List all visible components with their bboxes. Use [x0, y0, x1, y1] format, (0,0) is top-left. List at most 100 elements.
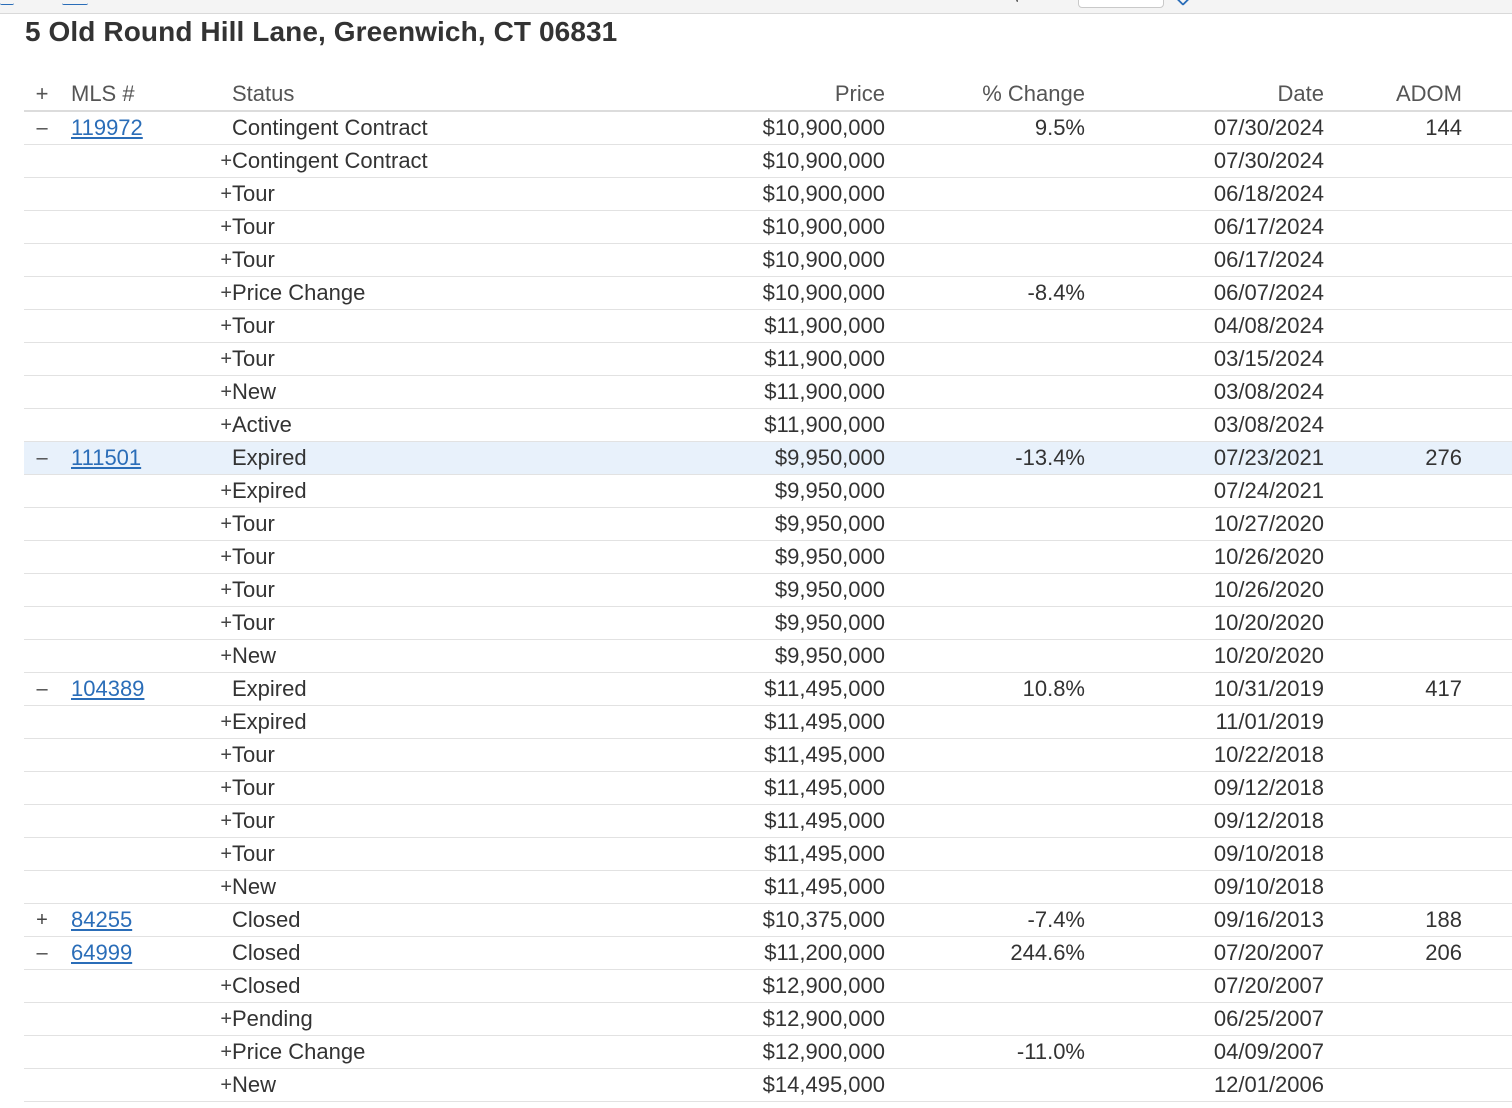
- top-toolbar-partial: [0, 0, 1512, 14]
- expand-toggle[interactable]: +: [24, 903, 60, 937]
- expand-toggle[interactable]: +: [60, 540, 232, 574]
- listing-event-row: + Tour $11,495,000 10/22/2018: [24, 738, 1512, 772]
- column-header-mls[interactable]: MLS #: [60, 77, 232, 112]
- expand-toggle[interactable]: +: [60, 804, 232, 838]
- toolbar-button-partial[interactable]: [0, 0, 14, 5]
- row-spacer: [24, 144, 60, 178]
- expand-toggle[interactable]: +: [60, 408, 232, 442]
- percent-change-cell: -11.0%: [885, 1035, 1085, 1069]
- expand-toggle[interactable]: +: [60, 639, 232, 673]
- status-cell: Expired: [232, 474, 562, 508]
- row-spacer: [24, 309, 60, 343]
- price-cell: $11,900,000: [562, 342, 885, 376]
- expand-toggle[interactable]: +: [60, 144, 232, 178]
- collapse-toggle[interactable]: –: [24, 936, 60, 970]
- table-header-row: + MLS # Status Price % Change Date ADOM: [24, 77, 1512, 112]
- row-spacer: [24, 771, 60, 805]
- mls-number-link[interactable]: 84255: [71, 907, 132, 932]
- row-spacer: [24, 408, 60, 442]
- expand-toggle[interactable]: +: [60, 507, 232, 541]
- row-spacer: [24, 474, 60, 508]
- listing-group-row: –111501 Expired $9,950,000 -13.4% 07/23/2021…: [24, 441, 1512, 475]
- price-cell: $12,900,000: [562, 1002, 885, 1036]
- row-spacer: [1462, 606, 1512, 640]
- price-cell: $11,495,000: [562, 837, 885, 871]
- row-spacer: [1462, 210, 1512, 244]
- column-header-date[interactable]: Date: [1085, 77, 1324, 112]
- adom-cell: [1324, 573, 1462, 607]
- column-header-price[interactable]: Price: [562, 77, 885, 112]
- date-cell: 10/20/2020: [1085, 606, 1324, 640]
- expand-toggle[interactable]: +: [60, 705, 232, 739]
- expand-toggle[interactable]: +: [60, 870, 232, 904]
- column-header-change[interactable]: % Change: [885, 77, 1085, 112]
- collapse-toggle[interactable]: –: [24, 111, 60, 145]
- status-cell: Active: [232, 408, 562, 442]
- mls-number-link[interactable]: 119972: [71, 115, 143, 140]
- listing-event-row: + New $11,900,000 03/08/2024: [24, 375, 1512, 409]
- listing-event-row: + Tour $9,950,000 10/26/2020: [24, 540, 1512, 574]
- expand-toggle[interactable]: +: [60, 606, 232, 640]
- expand-toggle[interactable]: +: [60, 738, 232, 772]
- expand-toggle[interactable]: +: [60, 210, 232, 244]
- mls-number-link[interactable]: 111501: [71, 445, 141, 470]
- expand-toggle[interactable]: +: [60, 1068, 232, 1102]
- collapse-toggle[interactable]: –: [24, 441, 60, 475]
- date-cell: 11/01/2019: [1085, 705, 1324, 739]
- expand-toggle[interactable]: +: [60, 177, 232, 211]
- row-spacer: [1462, 177, 1512, 211]
- listing-event-row: + Tour $11,900,000 03/15/2024: [24, 342, 1512, 376]
- chevron-down-icon[interactable]: [1175, 0, 1191, 7]
- expand-toggle[interactable]: +: [60, 375, 232, 409]
- date-cell: 06/07/2024: [1085, 276, 1324, 310]
- row-spacer: [1462, 705, 1512, 739]
- row-spacer: [24, 375, 60, 409]
- mls-number-link[interactable]: 104389: [71, 676, 144, 701]
- toolbar-button-partial[interactable]: [62, 0, 88, 5]
- expand-toggle[interactable]: +: [60, 1002, 232, 1036]
- price-cell: $10,900,000: [562, 111, 885, 145]
- adom-cell: [1324, 804, 1462, 838]
- collapse-toggle[interactable]: –: [24, 672, 60, 706]
- mls-number-link[interactable]: 64999: [71, 940, 132, 965]
- percent-change-cell: [885, 1002, 1085, 1036]
- percent-change-cell: [885, 342, 1085, 376]
- row-spacer: [24, 1002, 60, 1036]
- price-cell: $11,495,000: [562, 705, 885, 739]
- percent-change-cell: [885, 837, 1085, 871]
- date-cell: 06/17/2024: [1085, 210, 1324, 244]
- expand-toggle[interactable]: +: [60, 1035, 232, 1069]
- price-cell: $9,950,000: [562, 507, 885, 541]
- expand-toggle[interactable]: +: [60, 837, 232, 871]
- date-cell: 10/27/2020: [1085, 507, 1324, 541]
- toolbar-select-partial[interactable]: [1078, 0, 1164, 8]
- percent-change-cell: [885, 804, 1085, 838]
- column-header-spacer: [1462, 77, 1512, 112]
- column-header-adom[interactable]: ADOM: [1324, 77, 1462, 112]
- expand-toggle[interactable]: +: [60, 771, 232, 805]
- status-cell: Expired: [232, 441, 562, 475]
- adom-cell: [1324, 837, 1462, 871]
- percent-change-cell: [885, 573, 1085, 607]
- date-cell: 04/09/2007: [1085, 1035, 1324, 1069]
- expand-toggle[interactable]: +: [60, 474, 232, 508]
- expand-toggle[interactable]: +: [60, 243, 232, 277]
- expand-toggle[interactable]: +: [60, 276, 232, 310]
- percent-change-cell: [885, 375, 1085, 409]
- percent-change-cell: [885, 606, 1085, 640]
- row-spacer: [1462, 771, 1512, 805]
- expand-toggle[interactable]: +: [60, 342, 232, 376]
- row-spacer: [1462, 738, 1512, 772]
- listing-event-row: + Contingent Contract $10,900,000 07/30/202…: [24, 144, 1512, 178]
- expand-toggle[interactable]: +: [60, 969, 232, 1003]
- column-header-status[interactable]: Status: [232, 77, 562, 112]
- date-cell: 07/20/2007: [1085, 969, 1324, 1003]
- listing-group-row: –104389 Expired $11,495,000 10.8% 10/31/2019…: [24, 672, 1512, 706]
- expand-toggle[interactable]: +: [60, 309, 232, 343]
- expand-toggle[interactable]: +: [60, 573, 232, 607]
- date-cell: 03/08/2024: [1085, 408, 1324, 442]
- row-spacer: [1462, 276, 1512, 310]
- price-cell: $11,900,000: [562, 408, 885, 442]
- price-cell: $9,950,000: [562, 474, 885, 508]
- expand-all-toggle[interactable]: +: [24, 77, 60, 112]
